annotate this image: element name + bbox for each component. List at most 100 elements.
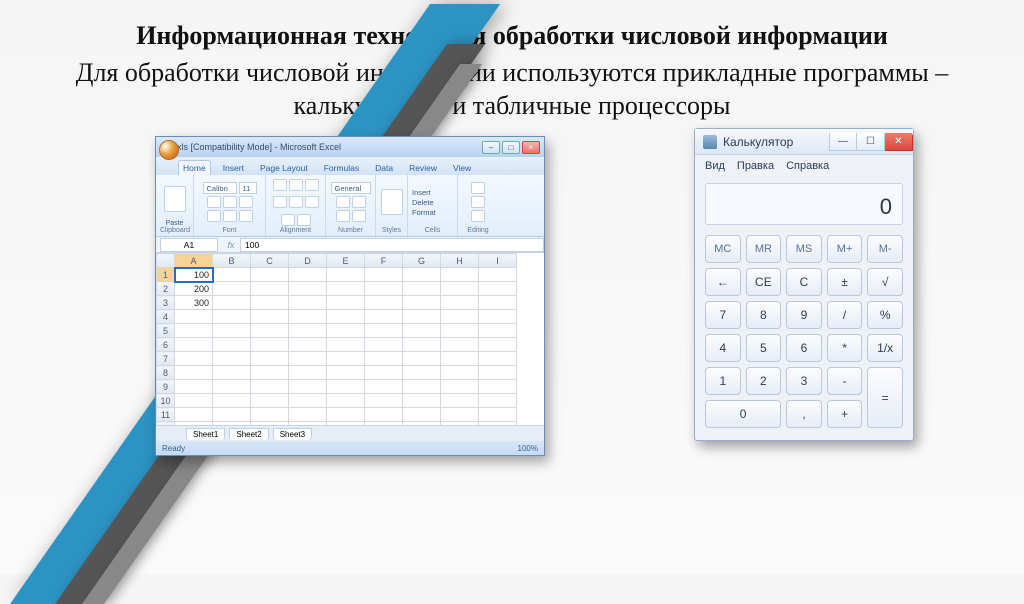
tab-data[interactable]: Data <box>371 161 397 175</box>
calc-btn-pct[interactable]: % <box>867 301 903 329</box>
row-header[interactable]: 9 <box>157 380 175 394</box>
row-header[interactable]: 4 <box>157 310 175 324</box>
fill-icon[interactable] <box>471 196 485 208</box>
col-header[interactable]: E <box>327 254 365 268</box>
row-header[interactable]: 1 <box>157 268 175 282</box>
row-header[interactable]: 11 <box>157 408 175 422</box>
col-header[interactable]: A <box>175 254 213 268</box>
row-header[interactable]: 7 <box>157 352 175 366</box>
minimize-button[interactable]: — <box>829 133 857 151</box>
row-header[interactable]: 5 <box>157 324 175 338</box>
sheet-tab[interactable]: Sheet3 <box>273 428 312 440</box>
calc-btn-mul[interactable]: * <box>827 334 863 362</box>
row-header[interactable]: 6 <box>157 338 175 352</box>
zoom-level[interactable]: 100% <box>518 444 538 453</box>
cells-format[interactable]: Format <box>412 208 436 217</box>
currency-icon[interactable] <box>336 196 350 208</box>
align-icon[interactable] <box>273 196 287 208</box>
calc-btn-7[interactable]: 7 <box>705 301 741 329</box>
col-header[interactable]: I <box>479 254 517 268</box>
styles-icon[interactable] <box>381 189 403 215</box>
fill-color-icon[interactable] <box>223 210 237 222</box>
font-size-select[interactable]: 11 <box>239 182 257 194</box>
menu-view[interactable]: Вид <box>705 160 725 172</box>
spreadsheet-grid[interactable]: A B C D E F G H I 1100 2200 3300 4 5 6 7… <box>156 253 544 433</box>
font-color-icon[interactable] <box>239 210 253 222</box>
calc-btn-6[interactable]: 6 <box>786 334 822 362</box>
col-header[interactable]: F <box>365 254 403 268</box>
clear-icon[interactable] <box>471 210 485 222</box>
font-name-select[interactable]: Calibri <box>203 182 237 194</box>
cells-delete[interactable]: Delete <box>412 198 434 207</box>
calc-btn-eq[interactable]: = <box>867 367 903 428</box>
bold-icon[interactable] <box>207 196 221 208</box>
tab-view[interactable]: View <box>449 161 475 175</box>
align-icon[interactable] <box>305 196 319 208</box>
calc-btn-sub[interactable]: - <box>827 367 863 395</box>
merge-icon[interactable] <box>281 214 295 226</box>
calc-btn-3[interactable]: 3 <box>786 367 822 395</box>
calc-btn-mr[interactable]: MR <box>746 235 782 263</box>
menu-edit[interactable]: Правка <box>737 160 774 172</box>
calc-btn-div[interactable]: / <box>827 301 863 329</box>
tab-home[interactable]: Home <box>178 160 211 175</box>
calc-btn-mplus[interactable]: M+ <box>827 235 863 263</box>
calc-btn-sqrt[interactable]: √ <box>867 268 903 296</box>
maximize-button[interactable]: ☐ <box>857 133 885 151</box>
wrap-icon[interactable] <box>297 214 311 226</box>
tab-review[interactable]: Review <box>405 161 441 175</box>
sum-icon[interactable] <box>471 182 485 194</box>
row-header[interactable]: 3 <box>157 296 175 310</box>
calc-btn-9[interactable]: 9 <box>786 301 822 329</box>
close-button[interactable]: ✕ <box>885 133 913 151</box>
tab-formulas[interactable]: Formulas <box>320 161 363 175</box>
cell[interactable]: 300 <box>175 296 213 310</box>
name-box[interactable]: A1 <box>160 238 218 252</box>
percent-icon[interactable] <box>352 196 366 208</box>
italic-icon[interactable] <box>223 196 237 208</box>
number-format-select[interactable]: General <box>331 182 371 194</box>
col-header[interactable]: G <box>403 254 441 268</box>
align-icon[interactable] <box>273 179 287 191</box>
calc-btn-ce[interactable]: CE <box>746 268 782 296</box>
col-header[interactable]: C <box>251 254 289 268</box>
calc-btn-inv[interactable]: 1/x <box>867 334 903 362</box>
row-header[interactable]: 2 <box>157 282 175 296</box>
calc-btn-4[interactable]: 4 <box>705 334 741 362</box>
calc-btn-0[interactable]: 0 <box>705 400 781 428</box>
align-icon[interactable] <box>289 179 303 191</box>
maximize-button[interactable]: □ <box>502 141 520 154</box>
calc-btn-back[interactable]: ← <box>705 268 741 296</box>
calc-btn-add[interactable]: + <box>827 400 863 428</box>
calc-btn-c[interactable]: C <box>786 268 822 296</box>
underline-icon[interactable] <box>239 196 253 208</box>
menu-help[interactable]: Справка <box>786 160 829 172</box>
sheet-tab[interactable]: Sheet1 <box>186 428 225 440</box>
calc-btn-5[interactable]: 5 <box>746 334 782 362</box>
calc-btn-mc[interactable]: MC <box>705 235 741 263</box>
calc-btn-ms[interactable]: MS <box>786 235 822 263</box>
fx-icon[interactable]: fx <box>222 240 240 250</box>
align-icon[interactable] <box>305 179 319 191</box>
calc-btn-mminus[interactable]: M- <box>867 235 903 263</box>
close-button[interactable]: × <box>522 141 540 154</box>
col-header[interactable]: H <box>441 254 479 268</box>
cell[interactable]: 100 <box>175 268 213 282</box>
calc-btn-1[interactable]: 1 <box>705 367 741 395</box>
formula-input[interactable]: 100 <box>240 238 544 252</box>
row-header[interactable]: 8 <box>157 366 175 380</box>
decimal-icon[interactable] <box>352 210 366 222</box>
tab-insert[interactable]: Insert <box>219 161 248 175</box>
cell[interactable]: 200 <box>175 282 213 296</box>
row-header[interactable]: 10 <box>157 394 175 408</box>
calc-btn-2[interactable]: 2 <box>746 367 782 395</box>
comma-icon[interactable] <box>336 210 350 222</box>
calc-btn-neg[interactable]: ± <box>827 268 863 296</box>
tab-page-layout[interactable]: Page Layout <box>256 161 312 175</box>
minimize-button[interactable]: – <box>482 141 500 154</box>
calc-btn-8[interactable]: 8 <box>746 301 782 329</box>
cells-insert[interactable]: Insert <box>412 188 431 197</box>
col-header[interactable]: B <box>213 254 251 268</box>
align-icon[interactable] <box>289 196 303 208</box>
border-icon[interactable] <box>207 210 221 222</box>
